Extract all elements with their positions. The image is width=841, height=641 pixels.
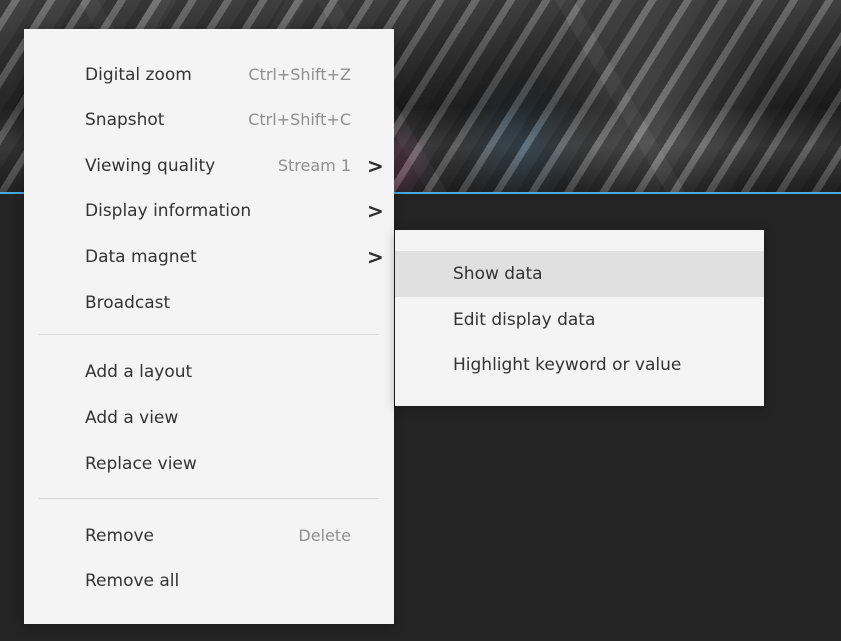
menu-item-label: Broadcast: [85, 293, 171, 313]
submenu-item-edit-display-data[interactable]: Edit display data: [395, 297, 764, 343]
menu-item-data-magnet[interactable]: Data magnet >: [24, 234, 394, 280]
menu-item-display-information[interactable]: Display information >: [24, 188, 394, 234]
menu-item-remove-all[interactable]: Remove all: [24, 558, 394, 604]
chevron-right-icon: >: [367, 245, 384, 269]
menu-item-label: Add a layout: [85, 362, 193, 382]
chevron-right-icon: >: [367, 199, 384, 223]
chevron-right-icon: >: [367, 154, 384, 178]
menu-item-shortcut: Ctrl+Shift+C: [248, 110, 351, 129]
menu-item-label: Data magnet: [85, 247, 197, 267]
menu-item-remove[interactable]: Remove Delete: [24, 513, 394, 559]
menu-item-label: Replace view: [85, 454, 197, 474]
submenu-item-label: Show data: [453, 264, 543, 284]
submenu-item-label: Edit display data: [453, 310, 596, 330]
menu-item-label: Display information: [85, 201, 252, 221]
menu-item-shortcut: Delete: [298, 526, 351, 545]
submenu-item-show-data[interactable]: Show data: [395, 251, 764, 297]
menu-item-add-a-view[interactable]: Add a view: [24, 395, 394, 441]
menu-item-viewing-quality[interactable]: Viewing quality Stream 1 >: [24, 143, 394, 189]
submenu-item-highlight-keyword-or-value[interactable]: Highlight keyword or value: [395, 342, 764, 388]
menu-separator: [39, 334, 379, 335]
menu-item-replace-view[interactable]: Replace view: [24, 441, 394, 487]
menu-item-shortcut: Ctrl+Shift+Z: [248, 65, 351, 84]
menu-item-value: Stream 1: [277, 156, 351, 175]
menu-item-add-a-layout[interactable]: Add a layout: [24, 349, 394, 395]
context-menu: Digital zoom Ctrl+Shift+Z Snapshot Ctrl+…: [24, 29, 394, 624]
menu-item-label: Remove all: [85, 571, 180, 591]
menu-item-snapshot[interactable]: Snapshot Ctrl+Shift+C: [24, 97, 394, 143]
data-magnet-submenu: Show data Edit display data Highlight ke…: [395, 230, 764, 406]
menu-item-label: Add a view: [85, 408, 179, 428]
menu-item-broadcast[interactable]: Broadcast: [24, 280, 394, 326]
menu-separator: [39, 498, 379, 499]
submenu-item-label: Highlight keyword or value: [453, 355, 682, 375]
menu-item-digital-zoom[interactable]: Digital zoom Ctrl+Shift+Z: [24, 52, 394, 98]
